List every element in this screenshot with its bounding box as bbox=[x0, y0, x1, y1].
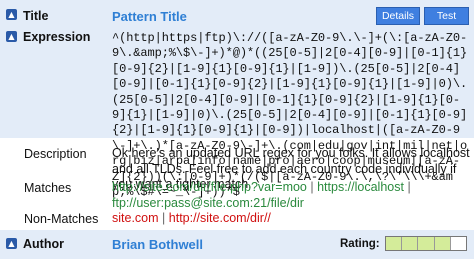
collapse-arrow-icon[interactable]: ▲ bbox=[6, 9, 17, 20]
match-separator: | bbox=[407, 180, 411, 194]
description-label: Description bbox=[24, 147, 87, 161]
author-name[interactable]: Brian Bothwell bbox=[112, 237, 203, 252]
pattern-title: Pattern Title bbox=[112, 9, 187, 24]
expression-label: Expression bbox=[23, 30, 91, 44]
rating-label: Rating: bbox=[340, 238, 380, 250]
collapse-arrow-icon[interactable]: ▲ bbox=[6, 31, 17, 42]
match-item[interactable]: ftp://user:pass@site.com:21/file/dir bbox=[112, 196, 304, 210]
match-item[interactable]: https://localhost bbox=[317, 180, 404, 194]
matches-list: http://site.com/dir/file.php?var=moo | h… bbox=[112, 180, 470, 211]
collapse-arrow-icon[interactable]: ▲ bbox=[6, 238, 17, 249]
rating-bar[interactable] bbox=[385, 236, 467, 251]
non-match-separator: | bbox=[162, 211, 166, 225]
rating-segment[interactable] bbox=[386, 237, 403, 250]
match-item[interactable]: http://site.com/dir/file.php?var=moo bbox=[112, 180, 307, 194]
rating-segment[interactable] bbox=[451, 237, 466, 250]
non-match-item[interactable]: site.com bbox=[112, 211, 159, 225]
test-button[interactable]: Test bbox=[424, 7, 469, 25]
matches-label: Matches bbox=[24, 181, 72, 195]
rating-segment[interactable] bbox=[434, 237, 451, 250]
match-separator: | bbox=[310, 180, 314, 194]
details-button[interactable]: Details bbox=[376, 7, 420, 25]
non-matches-label: Non-Matches bbox=[24, 212, 99, 226]
non-match-item[interactable]: http://site.com/dir// bbox=[169, 211, 271, 225]
title-label: Title bbox=[23, 9, 49, 23]
author-label: Author bbox=[23, 237, 64, 251]
rating-segment[interactable] bbox=[418, 237, 435, 250]
rating-segment[interactable] bbox=[402, 237, 419, 250]
non-matches-list: site.com | http://site.com/dir// bbox=[112, 211, 271, 225]
